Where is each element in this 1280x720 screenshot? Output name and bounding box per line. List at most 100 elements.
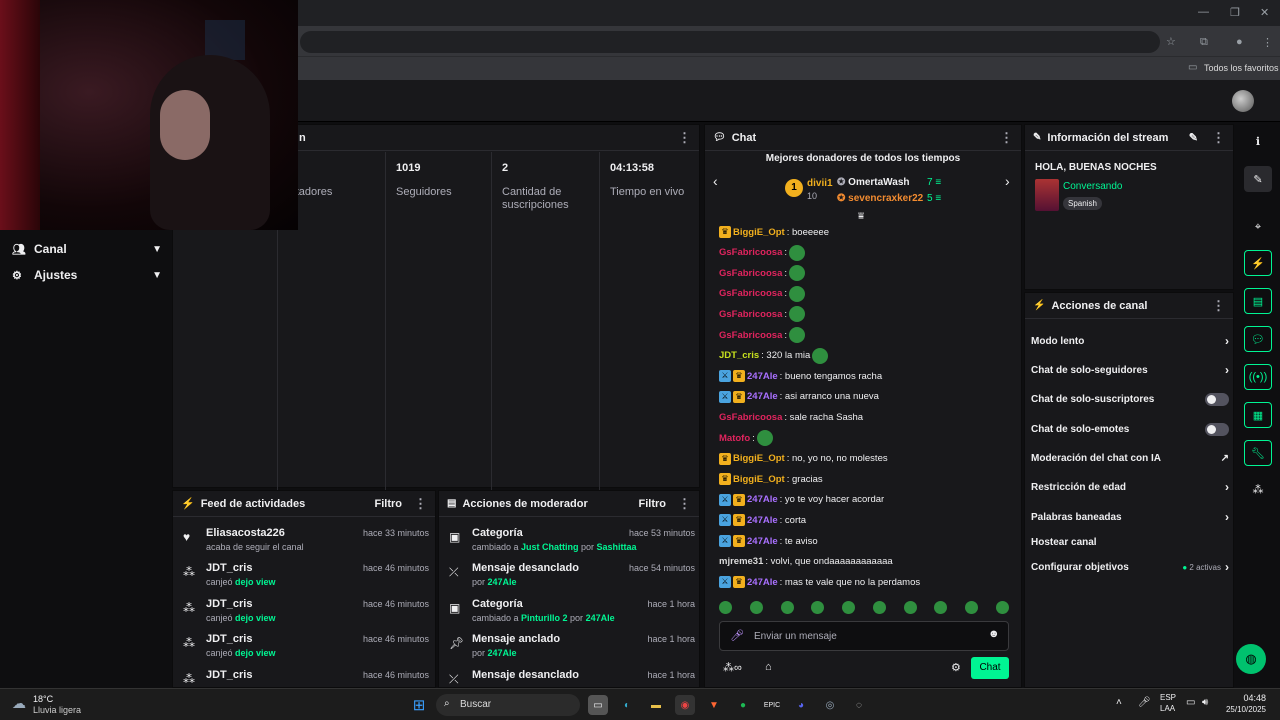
mod-badge-icon[interactable]: ⚔ <box>719 535 731 547</box>
emote-icon[interactable] <box>789 265 805 282</box>
menu-icon[interactable]: ⋮ <box>1262 36 1273 49</box>
stack-icon[interactable]: ▦ <box>1244 402 1272 428</box>
chat-message[interactable]: ♛ BiggiE_Opt: boeeeee <box>719 224 1015 240</box>
store-icon[interactable]: ⌂ <box>765 661 772 673</box>
chat-message[interactable]: GsFabricoosa: sale racha Sasha <box>719 409 1015 425</box>
wrench-icon[interactable]: 🔧︎ <box>1244 440 1272 466</box>
address-bar[interactable]: ☆ <box>300 31 1176 53</box>
chat-username[interactable]: GsFabricoosa <box>719 412 782 423</box>
steam-icon[interactable]: ◎ <box>820 695 840 715</box>
crown-badge-icon[interactable]: ♛ <box>733 493 745 506</box>
mod-badge-icon[interactable]: ⚔ <box>719 576 731 589</box>
chat-username[interactable]: JDT_cris <box>719 350 759 361</box>
points-icon[interactable]: ⁂ <box>1244 476 1272 502</box>
star-icon[interactable]: ☆ <box>1166 35 1176 48</box>
volume-icon[interactable]: 🔊︎ <box>1202 697 1208 708</box>
chat-input[interactable]: 🎤︎ Enviar un mensaje ☻ <box>719 621 1009 651</box>
action-emotes-only[interactable]: Chat de solo-emotes <box>1031 417 1229 441</box>
chat-message[interactable]: GsFabricoosa: <box>719 327 1015 343</box>
more-options-icon[interactable]: ⋮ <box>678 130 691 146</box>
chat-username[interactable]: GsFabricoosa <box>719 247 782 258</box>
chat-message[interactable]: Matofo: <box>719 430 1015 446</box>
filter-button[interactable]: Filtro <box>639 498 667 510</box>
chat-username[interactable]: GsFabricoosa <box>719 330 782 341</box>
action-subs-only[interactable]: Chat de solo-suscriptores <box>1031 387 1229 411</box>
crown-badge-icon[interactable]: ♛ <box>733 390 745 403</box>
chat-message[interactable]: JDT_cris: 320 la mia <box>719 347 1015 364</box>
chat-message[interactable]: mjreme31: volvi, que ondaaaaaaaaaaaa <box>719 554 1015 570</box>
feed-item[interactable]: ⁂ JDT_cris canjeó dejo view hace 46 minu… <box>181 595 429 629</box>
feed-item[interactable]: ⁂ JDT_cris canjeó dejo view hace 46 minu… <box>181 630 429 664</box>
subs-only-toggle[interactable] <box>1205 392 1229 406</box>
chat-message[interactable]: ♛ BiggiE_Opt: no, yo no, no molestes <box>719 451 1015 467</box>
feed-item[interactable]: ♥ Eliasacosta226 acaba de seguir el cana… <box>181 524 429 558</box>
brave-icon[interactable]: ▼ <box>704 695 724 715</box>
mod-item[interactable]: ⤫ Mensaje desanclado por 247Ale hace 54 … <box>447 559 695 593</box>
mod-badge-icon[interactable]: ⚔ <box>719 514 731 527</box>
chat-username[interactable]: BiggiE_Opt <box>733 227 785 238</box>
chat-message[interactable]: ♛ BiggiE_Opt: gracias <box>719 471 1015 487</box>
crown-badge-icon[interactable]: ♛ <box>719 452 731 465</box>
crown-badge-icon[interactable]: ♛ <box>719 226 731 238</box>
all-bookmarks-link[interactable]: Todos los favoritos <box>1204 63 1279 73</box>
chat-username[interactable]: GsFabricoosa <box>719 288 782 299</box>
chat-message[interactable]: ⚔ ♛ 247Ale: yo te voy hacer acordar <box>719 492 1015 508</box>
emote-icon[interactable] <box>789 327 805 343</box>
emotes-only-toggle[interactable] <box>1205 422 1229 436</box>
edit-icon[interactable]: ✎ <box>1189 131 1198 144</box>
emote-icon[interactable] <box>811 601 825 614</box>
emote-icon[interactable] <box>789 306 805 323</box>
extensions-icon[interactable]: ⧉ <box>1200 36 1208 49</box>
chat-username[interactable]: 247Ale <box>747 577 778 588</box>
taskbar-search[interactable]: ⌕ Buscar <box>436 694 580 716</box>
emote-icon[interactable] <box>934 601 948 614</box>
chat-username[interactable]: mjreme31 <box>719 556 763 567</box>
chat-icon[interactable]: 💬︎ <box>1244 326 1272 352</box>
action-slow-mode[interactable]: Modo lento › <box>1031 329 1229 353</box>
edit-icon[interactable]: ✎ <box>1244 166 1272 192</box>
lang-indicator[interactable]: ESP <box>1160 693 1176 702</box>
feed-item[interactable]: ⁂ JDT_cris canjeó dejo view hace 46 minu… <box>181 559 429 593</box>
close-icon[interactable]: ✕ <box>1260 6 1269 19</box>
crown-badge-icon[interactable]: ♛ <box>733 535 745 547</box>
more-options-icon[interactable]: ⋮ <box>1000 130 1013 146</box>
focus-icon[interactable]: ⌖ <box>1244 214 1272 240</box>
chat-username[interactable]: GsFabricoosa <box>719 268 782 279</box>
profile-icon[interactable]: ● <box>1236 36 1243 48</box>
more-options-icon[interactable]: ⋮ <box>414 496 427 512</box>
chrome-icon[interactable]: ◉ <box>675 695 695 715</box>
chat-username[interactable]: 247Ale <box>747 371 778 382</box>
emote-icon[interactable] <box>756 430 773 446</box>
chat-message[interactable]: GsFabricoosa: <box>719 285 1015 302</box>
chat-username[interactable]: 247Ale <box>747 536 778 547</box>
emote-icon[interactable] <box>812 347 829 364</box>
stream-category[interactable]: Conversando <box>1063 181 1122 192</box>
chat-message[interactable]: ⚔ ♛ 247Ale: te aviso <box>719 533 1015 549</box>
crown-badge-icon[interactable]: ♛ <box>733 370 745 383</box>
mod-item[interactable]: ▣ Categoría cambiado a Pinturillo 2 por … <box>447 595 695 629</box>
chat-message[interactable]: GsFabricoosa: <box>719 306 1015 323</box>
network-icon[interactable]: ▭ <box>1186 697 1195 708</box>
crown-badge-icon[interactable]: ♛ <box>733 514 745 527</box>
chat-username[interactable]: Matofo <box>719 433 750 444</box>
restore-icon[interactable]: ❐ <box>1230 6 1240 19</box>
chat-message[interactable]: ⚔ ♛ 247Ale: bueno tengamos racha <box>719 368 1015 384</box>
clipboard-icon[interactable]: ▤ <box>1244 288 1272 314</box>
emoji-icon[interactable]: ☻ <box>988 628 1000 640</box>
next-arrow-icon[interactable]: › <box>1005 173 1010 189</box>
info-icon[interactable]: ℹ <box>1244 128 1272 154</box>
feed-item[interactable]: ⁂ JDT_cris hace 46 minutos <box>181 666 429 686</box>
action-banned-words[interactable]: Palabras baneadas › <box>1031 505 1229 529</box>
action-host-channel[interactable]: Hostear canal <box>1031 530 1229 554</box>
mic-icon[interactable]: 🎤︎ <box>730 629 744 642</box>
points-infinite-icon[interactable]: ⁂∞ <box>723 661 742 674</box>
chat-username[interactable]: 247Ale <box>747 515 778 526</box>
emote-icon[interactable] <box>903 601 917 614</box>
minimize-icon[interactable]: — <box>1198 6 1209 18</box>
avatar[interactable] <box>1232 90 1254 112</box>
filter-button[interactable]: Filtro <box>375 498 403 510</box>
clock-date[interactable]: 25/10/2025 <box>1222 705 1266 714</box>
clock-time[interactable]: 04:48 <box>1236 693 1266 703</box>
action-ai-moderation[interactable]: Moderación del chat con IA ↗ <box>1031 446 1229 470</box>
spotify-icon[interactable]: ● <box>733 695 753 715</box>
